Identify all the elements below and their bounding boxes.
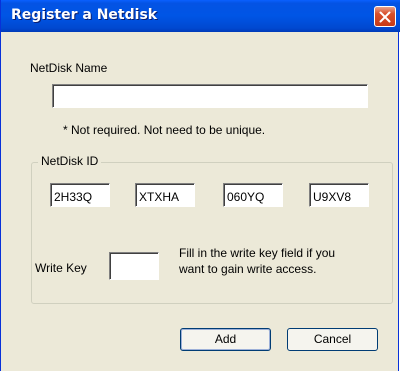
cancel-button[interactable]: Cancel	[287, 328, 378, 351]
register-netdisk-dialog: Register a Netdisk NetDisk Name * Not re…	[0, 0, 400, 371]
write-key-help-line-1: Fill in the write key field if you	[179, 246, 336, 260]
write-key-help-line-2: want to gain write access.	[179, 262, 317, 276]
close-icon	[379, 11, 391, 23]
netdisk-name-input[interactable]	[52, 84, 368, 108]
title-bar[interactable]: Register a Netdisk	[1, 0, 400, 32]
add-button[interactable]: Add	[180, 328, 271, 351]
netdisk-id-group-label: NetDisk ID	[38, 154, 102, 168]
netdisk-id-field-4[interactable]	[309, 183, 369, 207]
netdisk-id-field-3[interactable]	[223, 183, 283, 207]
netdisk-id-field-1[interactable]	[50, 183, 110, 207]
netdisk-id-field-2[interactable]	[135, 183, 195, 207]
window-title: Register a Netdisk	[11, 7, 158, 23]
close-button[interactable]	[374, 6, 396, 27]
netdisk-name-label: NetDisk Name	[30, 61, 108, 75]
netdisk-name-hint: * Not required. Not need to be unique.	[63, 123, 266, 137]
write-key-input[interactable]	[109, 252, 159, 280]
write-key-label: Write Key	[35, 261, 87, 275]
